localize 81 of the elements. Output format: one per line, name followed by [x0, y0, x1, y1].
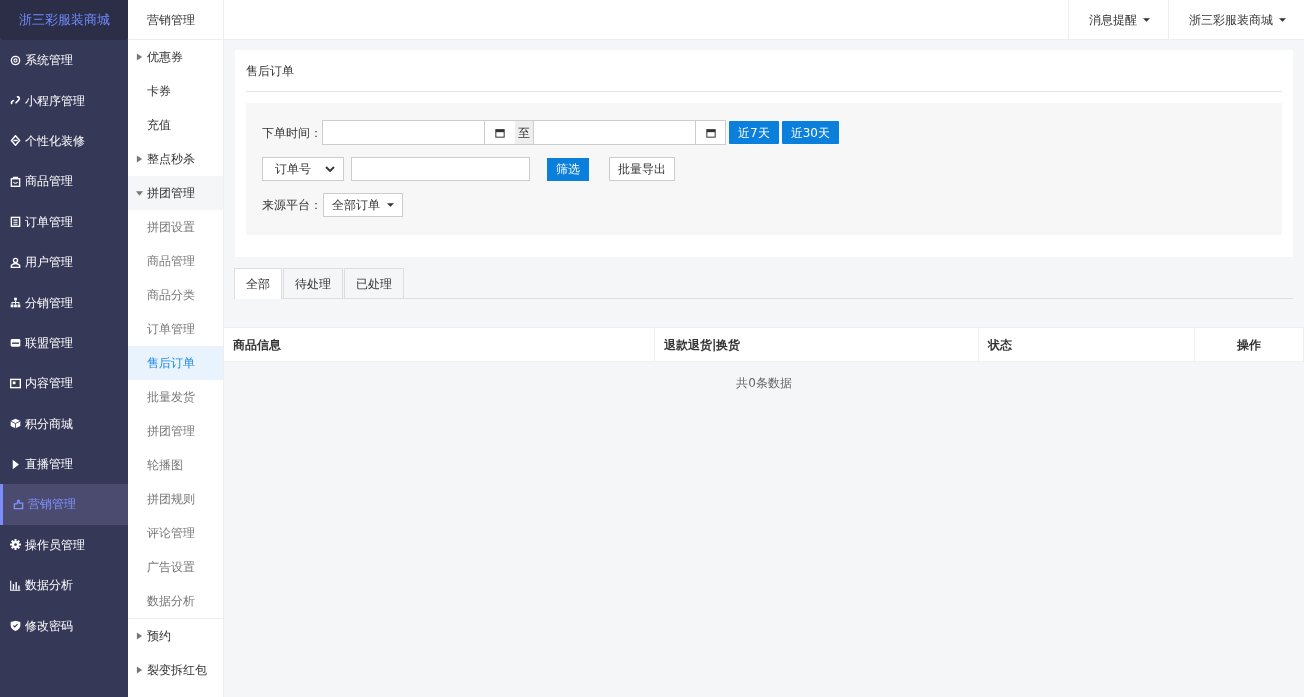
- search-field[interactable]: [351, 157, 530, 181]
- menu-item[interactable]: 广告设置: [128, 550, 223, 584]
- gear-icon: [10, 539, 21, 551]
- menu-item[interactable]: 拼团设置: [128, 210, 223, 244]
- diamond-icon: [10, 135, 21, 147]
- tab[interactable]: 全部: [234, 268, 282, 299]
- menu-item[interactable]: 评论管理: [128, 516, 223, 550]
- range-separator: 至: [515, 120, 533, 145]
- menu-group[interactable]: 拼团管理: [128, 176, 223, 210]
- sidebar-item[interactable]: 内容管理: [0, 363, 128, 404]
- select-field[interactable]: 订单号: [262, 157, 344, 181]
- sidebar-item[interactable]: 分销管理: [0, 282, 128, 323]
- menu-item[interactable]: 拼团规则: [128, 482, 223, 516]
- caret-down-icon: [387, 203, 394, 207]
- caret-down-icon: [1279, 17, 1286, 22]
- empty-message: 共0条数据: [736, 376, 792, 390]
- caret-right-icon: [136, 632, 143, 640]
- column-header: 商品信息: [224, 327, 655, 362]
- sidebar-item[interactable]: 订单管理: [0, 201, 128, 242]
- sidebar-item[interactable]: 个性化装修: [0, 120, 128, 162]
- chevron-down-icon: [325, 166, 335, 172]
- sidebar-item[interactable]: 直播管理: [0, 443, 128, 485]
- bar-chart-icon: [10, 579, 21, 591]
- menu-group[interactable]: 优惠券: [128, 40, 223, 74]
- menu-item[interactable]: 商品分类: [128, 278, 223, 312]
- gear-icon: [10, 54, 21, 66]
- menu-item[interactable]: 数据分析: [128, 584, 223, 618]
- sidebar-item[interactable]: 系统管理: [0, 40, 128, 81]
- clipboard-icon: [10, 216, 21, 228]
- column-header: 操作: [1195, 327, 1304, 362]
- caret-down-icon: [1143, 17, 1150, 22]
- bag-icon: [10, 175, 21, 187]
- filter-button[interactable]: 筛选: [547, 157, 589, 181]
- quick-range-button[interactable]: 近30天: [781, 121, 839, 144]
- menu-item[interactable]: 充值: [128, 108, 223, 142]
- calendar-icon: [705, 127, 716, 138]
- caret-down-icon: [136, 189, 143, 197]
- sidebar-item[interactable]: 商品管理: [0, 161, 128, 202]
- quick-range-button[interactable]: 近7天: [729, 121, 779, 144]
- logo-text: 浙三彩服装商城: [0, 0, 128, 40]
- calendar-icon: [495, 127, 505, 138]
- sidebar-item[interactable]: 用户管理: [0, 241, 128, 283]
- filter-label: 下单时间：: [262, 124, 322, 142]
- menu-item[interactable]: 卡券: [128, 74, 223, 108]
- dropdown-button[interactable]: 全部订单: [323, 193, 403, 217]
- column-header: 退款退货|换货: [655, 327, 979, 362]
- window-icon: [10, 377, 21, 389]
- caret-right-icon: [136, 53, 143, 61]
- caret-right-icon: [136, 666, 143, 674]
- date-input[interactable]: [533, 120, 696, 145]
- menu-item[interactable]: 商品管理: [128, 244, 223, 278]
- menu-item[interactable]: 拼团管理: [128, 414, 223, 448]
- sidebar-item[interactable]: 操作员管理: [0, 524, 128, 566]
- calendar-button[interactable]: [485, 120, 515, 145]
- menu-item[interactable]: 轮播图: [128, 448, 223, 482]
- date-input[interactable]: [322, 120, 485, 145]
- sidebar-item[interactable]: 联盟管理: [0, 322, 128, 364]
- cube-icon: [10, 418, 21, 430]
- menu-group[interactable]: 整点秒杀: [128, 142, 223, 176]
- sidebar-item[interactable]: 数据分析: [0, 565, 128, 606]
- sidebar-item[interactable]: 修改密码: [0, 605, 128, 646]
- hierarchy-icon: [10, 297, 21, 309]
- page-title: 售后订单: [246, 50, 1282, 92]
- menu-item[interactable]: 订单管理: [128, 312, 223, 346]
- filter-label: 来源平台：: [262, 197, 322, 214]
- menu-group[interactable]: 预约: [128, 619, 223, 653]
- tab[interactable]: 已处理: [344, 268, 404, 298]
- shield-icon: [10, 620, 21, 632]
- sidebar-item[interactable]: 小程序管理: [0, 80, 128, 121]
- play-icon: [10, 458, 21, 470]
- export-button[interactable]: 批量导出: [609, 157, 675, 181]
- caret-right-icon: [136, 155, 143, 163]
- column-header: 状态: [979, 327, 1195, 362]
- store-icon: [10, 337, 21, 349]
- panel-title: 营销管理: [128, 0, 223, 40]
- user-icon: [10, 256, 21, 268]
- tab[interactable]: 待处理: [283, 268, 343, 298]
- menu-group[interactable]: 裂变拆红包: [128, 653, 223, 687]
- calendar-button[interactable]: [696, 120, 726, 145]
- menu-item[interactable]: 批量发货: [128, 380, 223, 414]
- sidebar-item[interactable]: 积分商城: [0, 403, 128, 444]
